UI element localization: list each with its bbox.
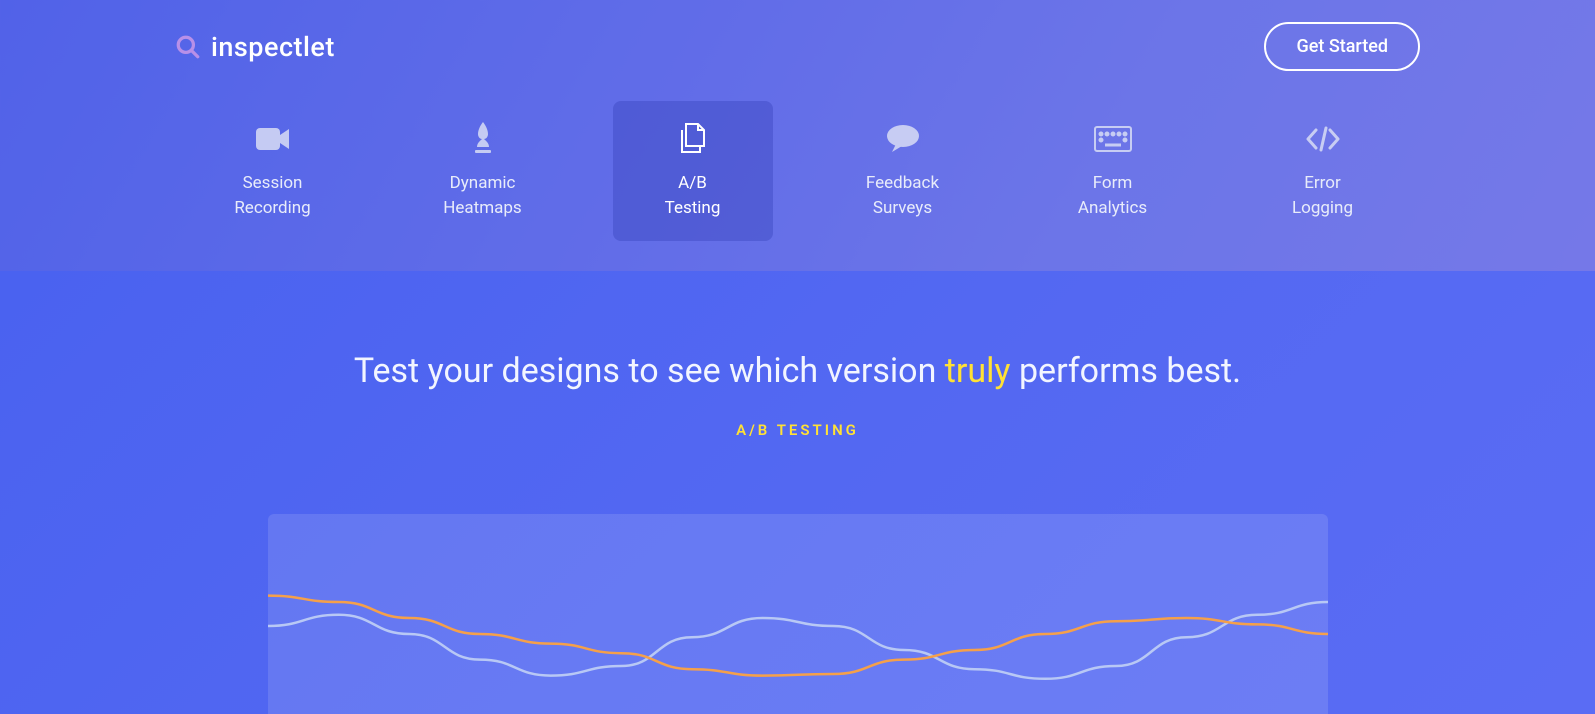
- get-started-button[interactable]: Get Started: [1264, 22, 1420, 71]
- chart-lines: [268, 554, 1328, 714]
- headline-post: performs best.: [1011, 351, 1242, 391]
- tab-error-logging[interactable]: ErrorLogging: [1243, 101, 1403, 241]
- search-icon: [175, 34, 201, 60]
- hero-section: Test your designs to see which version t…: [0, 271, 1595, 714]
- tab-label: FormAnalytics: [1078, 171, 1147, 220]
- camera-icon: [256, 121, 290, 157]
- header: inspectlet Get Started: [0, 0, 1595, 81]
- tab-label: SessionRecording: [234, 171, 310, 220]
- flame-icon: [470, 121, 496, 157]
- logo[interactable]: inspectlet: [175, 31, 335, 63]
- tab-ab-testing[interactable]: A/BTesting: [613, 101, 773, 241]
- tab-label: DynamicHeatmaps: [443, 171, 521, 220]
- tab-session-recording[interactable]: SessionRecording: [193, 101, 353, 241]
- documents-icon: [676, 121, 710, 157]
- feature-tabs: SessionRecording DynamicHeatmaps A/BTest…: [0, 81, 1595, 241]
- headline-pre: Test your designs to see which version: [354, 351, 945, 391]
- tab-form-analytics[interactable]: FormAnalytics: [1033, 101, 1193, 241]
- speech-bubble-icon: [886, 121, 920, 157]
- hero-subtitle: A/B TESTING: [175, 421, 1420, 439]
- code-icon: [1304, 121, 1342, 157]
- tab-feedback-surveys[interactable]: FeedbackSurveys: [823, 101, 983, 241]
- tab-dynamic-heatmaps[interactable]: DynamicHeatmaps: [403, 101, 563, 241]
- brand-name: inspectlet: [211, 31, 335, 63]
- tab-label: A/BTesting: [665, 171, 721, 220]
- tab-label: FeedbackSurveys: [866, 171, 939, 220]
- keyboard-icon: [1094, 121, 1132, 157]
- hero-headline: Test your designs to see which version t…: [175, 351, 1420, 391]
- tab-label: ErrorLogging: [1292, 171, 1353, 220]
- ab-chart: [268, 514, 1328, 714]
- headline-highlight: truly: [945, 351, 1011, 391]
